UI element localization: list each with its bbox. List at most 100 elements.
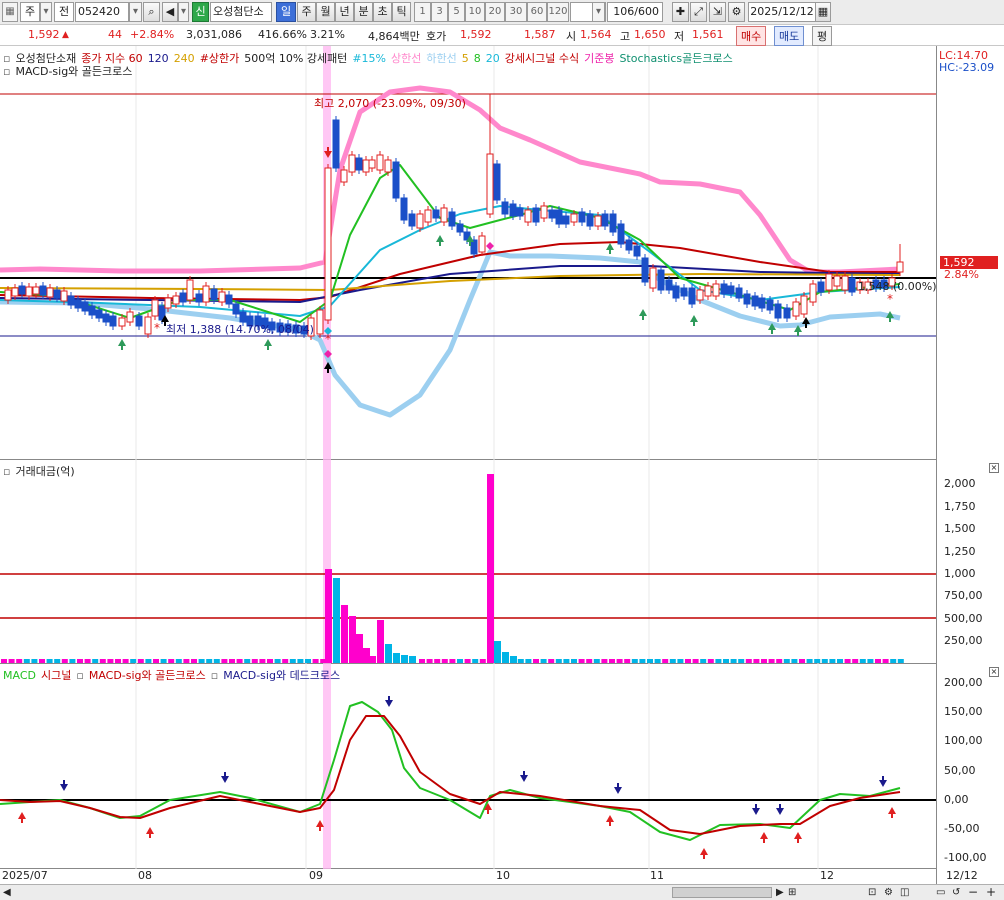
candle [61, 291, 67, 301]
volume-bar [494, 641, 501, 663]
macd-line [0, 702, 900, 840]
volume-bar [138, 659, 144, 663]
volume-bar [363, 648, 370, 663]
volume-bar [867, 659, 873, 663]
reset-icon[interactable]: ↺ [952, 887, 960, 899]
volume-tick: 1,750 [944, 500, 976, 513]
legend-item: #15% [352, 52, 386, 65]
candle [533, 208, 539, 222]
volume-bar [738, 659, 744, 663]
volume-bar [183, 659, 189, 663]
volume-bar [822, 659, 828, 663]
volume-bar [393, 653, 400, 663]
settings-icon[interactable]: ⚙ [884, 887, 893, 899]
volume-bar [100, 659, 106, 663]
volume-bar [670, 659, 676, 663]
volume-bar [313, 659, 319, 663]
volume-legend-label: 거래대금(억) [15, 465, 74, 478]
volume-bar [282, 659, 288, 663]
candle [349, 155, 355, 172]
scroll-right-icon[interactable]: ▶ [776, 887, 784, 899]
candle [356, 158, 362, 170]
candle [180, 293, 186, 302]
volume-bar [369, 656, 376, 663]
volume-bar [442, 659, 448, 663]
macd-tick: -100,00 [944, 851, 986, 864]
volume-bar [214, 659, 220, 663]
hc-label: HC:-23.09 [939, 61, 994, 74]
volume-bar [85, 659, 91, 663]
candle [897, 262, 903, 272]
volume-bar [9, 659, 15, 663]
volume-bar [677, 659, 683, 663]
pan-icon[interactable]: ▭ [936, 887, 945, 899]
legend-item: 강세시그널 수식 [505, 52, 579, 65]
candle [510, 204, 516, 216]
stochastic-arrow-icon [264, 339, 272, 346]
volume-bar [401, 655, 408, 663]
candle [775, 304, 781, 318]
volume-bar [377, 620, 384, 663]
golden-cross-arrow-icon [146, 827, 154, 834]
candle [842, 276, 848, 290]
volume-tick: 2,000 [944, 477, 976, 490]
volume-bar [746, 659, 752, 663]
scroll-bar[interactable]: ◀ ▶ ⊞ ⊡ ⚙ ◫ ▭ ↺ − + [0, 884, 1004, 900]
volume-bar [54, 659, 60, 663]
volume-bar [39, 659, 45, 663]
candle [525, 210, 531, 222]
candle [47, 288, 53, 297]
volume-bar [601, 659, 607, 663]
volume-bar [609, 659, 615, 663]
legend-item: Stochastics골든크로스 [619, 52, 732, 65]
volume-bar [845, 659, 851, 663]
volume-bar [457, 659, 463, 663]
candle [317, 310, 323, 334]
volume-bar [624, 659, 630, 663]
volume-bar [31, 659, 37, 663]
lower-band-line [0, 252, 900, 415]
scroll-thumb[interactable] [672, 887, 772, 898]
volume-bar [639, 659, 645, 663]
volume-bar [176, 659, 182, 663]
candle [681, 288, 687, 296]
candle [119, 318, 125, 326]
candle [363, 160, 369, 172]
volume-bar [69, 659, 75, 663]
macd-close-icon[interactable]: × [989, 667, 999, 677]
volume-bar [799, 659, 805, 663]
candle [713, 284, 719, 296]
scroll-icon[interactable]: ◫ [900, 887, 909, 899]
zoom-in-icon[interactable]: + [986, 886, 996, 898]
candle [602, 214, 608, 226]
scroll-pages-icon[interactable]: ⊞ [788, 887, 796, 899]
volume-bar [708, 659, 714, 663]
x-tick: 12 [820, 869, 834, 882]
candle [96, 310, 102, 318]
view-icon[interactable]: ⊡ [868, 887, 876, 899]
candle [563, 216, 569, 224]
volume-close-icon[interactable]: × [989, 463, 999, 473]
volume-bar [145, 659, 151, 663]
candle [736, 288, 742, 298]
dead-cross-arrow-icon [60, 784, 68, 791]
macd-tick: 100,00 [944, 734, 983, 747]
candle [110, 316, 116, 326]
candle [618, 224, 624, 244]
volume-bar [465, 659, 471, 663]
dead-cross-arrow-icon [752, 808, 760, 815]
last-annotation: 1,548 (0.00%) [858, 280, 937, 293]
volume-legend: ▫ 거래대금(억) [3, 463, 80, 479]
volume-bar [191, 659, 197, 663]
scroll-left-icon[interactable]: ◀ [3, 887, 11, 899]
volume-bar [883, 659, 889, 663]
volume-bar [571, 659, 577, 663]
star-marker-icon: * [887, 292, 893, 306]
macd-legend-signal: 시그널 [41, 669, 71, 682]
volume-bar [356, 634, 363, 663]
volume-bar [419, 659, 425, 663]
candle [40, 286, 46, 295]
candle [587, 214, 593, 226]
volume-bar [791, 659, 797, 663]
zoom-out-icon[interactable]: − [968, 886, 978, 898]
